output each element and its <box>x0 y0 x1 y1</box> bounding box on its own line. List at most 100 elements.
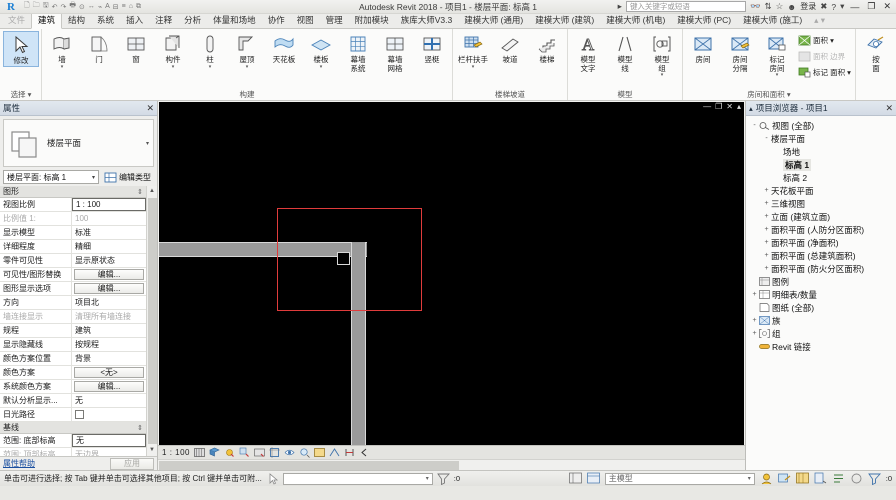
model-group-caret-icon[interactable]: ▾ <box>661 73 664 78</box>
property-value[interactable]: 背景 <box>72 352 146 365</box>
ribbon-tab-view[interactable]: 视图 <box>291 13 320 28</box>
search-dropdown-icon[interactable]: ▸ <box>618 1 622 12</box>
scroll-down-icon[interactable]: ▼ <box>149 445 155 456</box>
ceiling-button[interactable]: 天花板 <box>266 31 302 65</box>
type-selector[interactable]: 楼层平面 ▾ <box>3 119 154 167</box>
property-value[interactable]: 标准 <box>72 226 146 239</box>
apply-button[interactable]: 应用 <box>110 457 154 470</box>
expander-icon[interactable]: + <box>762 213 771 220</box>
aligned-dimension-icon[interactable]: ↔ <box>88 3 95 10</box>
scroll-up-icon[interactable]: ▲ <box>149 186 155 197</box>
property-row[interactable]: 颜色方案 <无> <box>0 366 146 380</box>
column-button[interactable]: 柱 ▾ <box>192 31 228 69</box>
browser-collapse-icon[interactable]: ▴ <box>749 104 753 113</box>
modify-button[interactable]: 修改 <box>3 31 39 67</box>
expander-icon[interactable]: - <box>762 135 771 142</box>
property-row[interactable]: 显示模型 标准 <box>0 226 146 240</box>
component-caret-icon[interactable]: ▾ <box>172 64 175 69</box>
tree-node-views[interactable]: - 视图 (全部) <box>748 119 894 132</box>
property-row[interactable]: 颜色方案位置 背景 <box>0 352 146 366</box>
restore-button[interactable]: ❐ <box>865 1 877 12</box>
mullion-button[interactable]: 竖梃 <box>414 31 450 65</box>
tag-area-button[interactable]: 标记 面积 ▾ <box>796 65 853 80</box>
opening-by-face-button[interactable]: 按面 <box>858 31 894 73</box>
property-row[interactable]: 显示隐藏线 按规程 <box>0 338 146 352</box>
default-3d-icon[interactable]: ⌂ <box>129 3 133 10</box>
property-value[interactable]: 按规程 <box>72 338 146 351</box>
group-pin-icon[interactable]: ⇕ <box>137 188 143 196</box>
type-combo[interactable]: 楼层平面: 标高 1 ▾ <box>3 170 99 184</box>
column-caret-icon[interactable]: ▾ <box>209 64 212 69</box>
tag-icon[interactable]: ⌁ <box>98 3 102 11</box>
autodesk-app-icon[interactable]: ✖ <box>820 1 827 12</box>
tree-node-groups[interactable]: + 组 <box>748 327 894 340</box>
property-value[interactable]: 显示原状态 <box>72 254 146 267</box>
property-value[interactable]: 无 <box>72 434 146 447</box>
chevron-down-icon[interactable]: ▾ <box>426 475 429 482</box>
print-icon[interactable]: 🖶 <box>69 1 76 12</box>
switch-window-icon[interactable]: ⧉ <box>136 3 141 11</box>
render-dialog-icon[interactable] <box>254 447 265 458</box>
help-icon[interactable]: ? <box>831 2 836 12</box>
properties-help-link[interactable]: 属性帮助 <box>3 458 35 469</box>
property-value[interactable]: 项目北 <box>72 296 146 309</box>
favorites-star-icon[interactable]: ☆ <box>776 1 784 12</box>
model-group-button[interactable]: 模型组 ▾ <box>644 31 680 78</box>
expand-arrow-icon[interactable] <box>359 447 370 458</box>
component-button[interactable]: 构件 ▾ <box>155 31 191 69</box>
worksets-icon[interactable] <box>760 472 773 485</box>
properties-scrollbar[interactable]: ▲ ▼ <box>146 186 157 456</box>
floor-caret-icon[interactable]: ▾ <box>320 64 323 69</box>
tree-node-area-plan-fire[interactable]: + 面积平面 (防火分区面积) <box>748 262 894 275</box>
ribbon-tab-manage[interactable]: 管理 <box>320 13 349 28</box>
ribbon-tab-structure[interactable]: 结构 <box>62 13 91 28</box>
ribbon-tab-modeling-construction[interactable]: 建模大师 (施工) <box>737 13 808 28</box>
property-row[interactable]: 系统颜色方案 编辑... <box>0 380 146 394</box>
ribbon-tab-massing-site[interactable]: 体量和场地 <box>207 13 262 28</box>
panel-title-room-area[interactable]: 房间和面积 ▾ <box>685 89 853 100</box>
expander-icon[interactable]: + <box>750 330 759 337</box>
signin-label[interactable]: 登录 <box>800 1 816 12</box>
close-button[interactable]: ✕ <box>881 1 893 12</box>
property-row[interactable]: 方向 项目北 <box>0 296 146 310</box>
view-restore-button[interactable]: ❐ <box>715 103 722 111</box>
property-edit-button[interactable]: 编辑... <box>74 269 144 280</box>
measure-icon[interactable]: ⊙ <box>79 3 85 11</box>
section-icon[interactable]: ⊟ <box>113 3 119 11</box>
detail-level-icon[interactable] <box>194 447 205 458</box>
ribbon-tab-modeling-mep[interactable]: 建模大师 (机电) <box>600 13 671 28</box>
property-edit-button[interactable]: 编辑... <box>74 381 144 392</box>
ribbon-tab-modeling-arch[interactable]: 建模大师 (建筑) <box>529 13 600 28</box>
railing-button[interactable]: 栏杆扶手 ▾ <box>455 31 491 69</box>
exchange-icon[interactable]: ⇅ <box>765 1 772 12</box>
constraints-icon[interactable] <box>344 447 355 458</box>
filter-icon[interactable] <box>436 472 450 486</box>
tree-node-area-plan-net[interactable]: + 面积平面 (净面积) <box>748 236 894 249</box>
window-button[interactable]: 窗 <box>118 31 154 65</box>
expander-icon[interactable]: + <box>762 239 771 246</box>
wall-caret-icon[interactable]: ▾ <box>61 64 64 69</box>
ribbon-tab-annotate[interactable]: 注释 <box>149 13 178 28</box>
crop-view-icon[interactable] <box>269 447 281 458</box>
model-review-icon[interactable] <box>795 472 809 485</box>
property-scheme-button[interactable]: <无> <box>74 367 144 378</box>
model-text-button[interactable]: A 模型 文字 <box>570 31 606 73</box>
shadows-icon[interactable] <box>239 447 250 458</box>
ribbon-tab-architecture[interactable]: 建筑 <box>31 12 63 29</box>
tree-node-area-plan-civil-defense[interactable]: + 面积平面 (人防分区面积) <box>748 223 894 236</box>
tree-node-3d-views[interactable]: + 三维视图 <box>748 197 894 210</box>
analytical-model-icon[interactable] <box>329 447 340 458</box>
binoculars-icon[interactable]: 👓 <box>750 1 761 12</box>
design-options-panel-icon[interactable] <box>568 472 582 485</box>
ribbon-tab-modeling-pc[interactable]: 建模大师 (PC) <box>671 13 737 28</box>
tree-node-revit-links[interactable]: Revit 链接 <box>748 340 894 353</box>
ribbon-tab-modeling-general[interactable]: 建模大师 (通用) <box>458 13 529 28</box>
redo-icon[interactable]: ↷ <box>60 3 66 11</box>
roof-caret-icon[interactable]: ▾ <box>246 64 249 69</box>
new-icon[interactable]: 🗋 <box>24 1 30 12</box>
editing-request-icon[interactable] <box>777 472 791 485</box>
ribbon-tab-analyze[interactable]: 分析 <box>178 13 207 28</box>
ramp-button[interactable]: 坡道 <box>492 31 528 65</box>
temp-hide-isolate-icon[interactable] <box>299 447 310 458</box>
property-value[interactable]: 1 : 100 <box>72 198 146 211</box>
